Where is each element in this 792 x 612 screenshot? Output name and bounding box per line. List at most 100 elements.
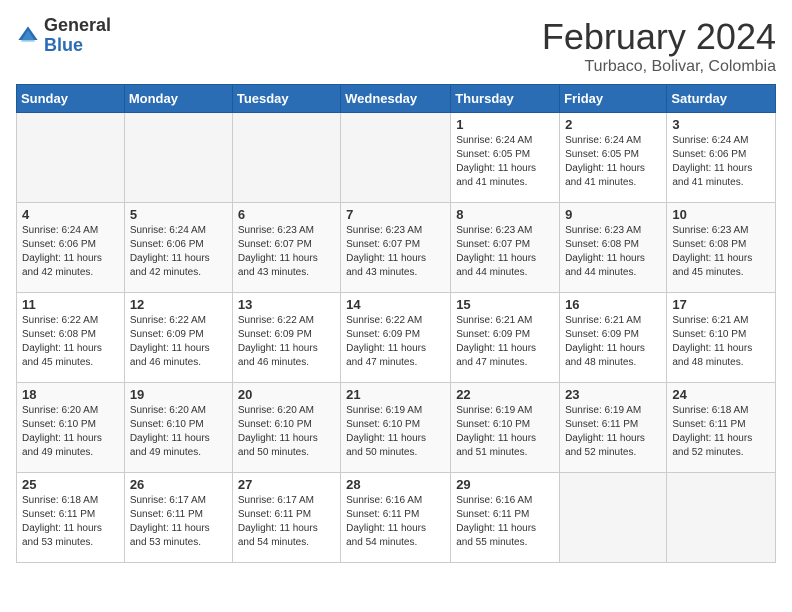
day-info: Sunrise: 6:16 AM Sunset: 6:11 PM Dayligh… bbox=[346, 494, 445, 550]
day-info: Sunrise: 6:17 AM Sunset: 6:11 PM Dayligh… bbox=[130, 494, 227, 550]
calendar-cell: 25 Sunrise: 6:18 AM Sunset: 6:11 PM Dayli… bbox=[17, 473, 125, 563]
day-number: 14 bbox=[346, 297, 445, 312]
day-number: 1 bbox=[456, 117, 554, 132]
weekday-header-wednesday: Wednesday bbox=[341, 85, 451, 113]
day-info: Sunrise: 6:16 AM Sunset: 6:11 PM Dayligh… bbox=[456, 494, 554, 550]
weekday-header-monday: Monday bbox=[124, 85, 232, 113]
calendar-cell: 16 Sunrise: 6:21 AM Sunset: 6:09 PM Dayli… bbox=[560, 293, 667, 383]
calendar-cell bbox=[17, 113, 125, 203]
calendar-cell: 9 Sunrise: 6:23 AM Sunset: 6:08 PM Daylig… bbox=[560, 203, 667, 293]
calendar-cell: 1Sunrise: 6:24 AM Sunset: 6:05 PM Daylig… bbox=[451, 113, 560, 203]
day-info: Sunrise: 6:23 AM Sunset: 6:08 PM Dayligh… bbox=[565, 224, 661, 280]
day-number: 6 bbox=[238, 207, 335, 222]
logo-general: General bbox=[44, 16, 111, 36]
day-number: 25 bbox=[22, 477, 119, 492]
calendar-cell: 23 Sunrise: 6:19 AM Sunset: 6:11 PM Dayli… bbox=[560, 383, 667, 473]
calendar-cell bbox=[341, 113, 451, 203]
calendar-cell: 5Sunrise: 6:24 AM Sunset: 6:06 PM Daylig… bbox=[124, 203, 232, 293]
calendar-body: 1 Sunrise: 6:24 AM Sunset: 6:05 PM Daylig… bbox=[17, 113, 776, 563]
calendar-week-2: 4 Sunrise: 6:24 AM Sunset: 6:06 PM Daylig… bbox=[17, 203, 776, 293]
page-header: General Blue February 2024 Turbaco, Boli… bbox=[16, 16, 776, 76]
logo: General Blue bbox=[16, 16, 111, 56]
calendar-cell bbox=[560, 473, 667, 563]
day-info: Sunrise: 6:23 AM Sunset: 6:08 PM Dayligh… bbox=[672, 224, 770, 280]
calendar-cell: 8Sunrise: 6:23 AM Sunset: 6:07 PM Daylig… bbox=[451, 203, 560, 293]
day-info: Sunrise: 6:22 AM Sunset: 6:09 PM Dayligh… bbox=[130, 314, 227, 370]
calendar-subtitle: Turbaco, Bolivar, Colombia bbox=[542, 58, 776, 76]
day-info: Sunrise: 6:22 AM Sunset: 6:09 PM Dayligh… bbox=[346, 314, 445, 370]
day-number: 8 bbox=[456, 207, 554, 222]
calendar-cell: 17 Sunrise: 6:21 AM Sunset: 6:10 PM Dayli… bbox=[667, 293, 776, 383]
logo-icon bbox=[16, 24, 40, 48]
calendar-cell bbox=[124, 113, 232, 203]
day-number: 17 bbox=[672, 297, 770, 312]
calendar-week-5: 25 Sunrise: 6:18 AM Sunset: 6:11 PM Dayli… bbox=[17, 473, 776, 563]
day-number: 19 bbox=[130, 387, 227, 402]
day-info: Sunrise: 6:24 AM Sunset: 6:05 PM Dayligh… bbox=[565, 134, 661, 190]
day-number: 9 bbox=[565, 207, 661, 222]
calendar-cell: 26 Sunrise: 6:17 AM Sunset: 6:11 PM Dayli… bbox=[124, 473, 232, 563]
calendar-week-3: 11 Sunrise: 6:22 AM Sunset: 6:08 PM Dayli… bbox=[17, 293, 776, 383]
day-info: Sunrise: 6:19 AM Sunset: 6:10 PM Dayligh… bbox=[456, 404, 554, 460]
day-info: Sunrise: 6:18 AM Sunset: 6:11 PM Dayligh… bbox=[22, 494, 119, 550]
day-info: Sunrise: 6:23 AM Sunset: 6:07 PM Dayligh… bbox=[238, 224, 335, 280]
weekday-row: SundayMondayTuesdayWednesdayThursdayFrid… bbox=[17, 85, 776, 113]
day-info: Sunrise: 6:17 AM Sunset: 6:11 PM Dayligh… bbox=[238, 494, 335, 550]
calendar-cell: 14 Sunrise: 6:22 AM Sunset: 6:09 PM Dayli… bbox=[341, 293, 451, 383]
day-number: 27 bbox=[238, 477, 335, 492]
calendar-cell: 24Sunrise: 6:18 AM Sunset: 6:11 PM Dayli… bbox=[667, 383, 776, 473]
day-number: 23 bbox=[565, 387, 661, 402]
weekday-header-saturday: Saturday bbox=[667, 85, 776, 113]
logo-blue: Blue bbox=[44, 36, 111, 56]
calendar-cell: 20 Sunrise: 6:20 AM Sunset: 6:10 PM Dayli… bbox=[232, 383, 340, 473]
title-section: February 2024 Turbaco, Bolivar, Colombia bbox=[542, 16, 776, 76]
weekday-header-thursday: Thursday bbox=[451, 85, 560, 113]
calendar-cell bbox=[232, 113, 340, 203]
day-number: 12 bbox=[130, 297, 227, 312]
day-number: 21 bbox=[346, 387, 445, 402]
day-number: 10 bbox=[672, 207, 770, 222]
day-number: 22 bbox=[456, 387, 554, 402]
day-info: Sunrise: 6:18 AM Sunset: 6:11 PM Dayligh… bbox=[672, 404, 770, 460]
day-number: 26 bbox=[130, 477, 227, 492]
day-info: Sunrise: 6:22 AM Sunset: 6:09 PM Dayligh… bbox=[238, 314, 335, 370]
calendar-title: February 2024 bbox=[542, 16, 776, 58]
day-number: 4 bbox=[22, 207, 119, 222]
day-info: Sunrise: 6:24 AM Sunset: 6:06 PM Dayligh… bbox=[22, 224, 119, 280]
day-info: Sunrise: 6:20 AM Sunset: 6:10 PM Dayligh… bbox=[130, 404, 227, 460]
calendar-cell: 27 Sunrise: 6:17 AM Sunset: 6:11 PM Dayli… bbox=[232, 473, 340, 563]
calendar-cell: 12 Sunrise: 6:22 AM Sunset: 6:09 PM Dayli… bbox=[124, 293, 232, 383]
weekday-header-friday: Friday bbox=[560, 85, 667, 113]
day-info: Sunrise: 6:23 AM Sunset: 6:07 PM Dayligh… bbox=[346, 224, 445, 280]
day-info: Sunrise: 6:20 AM Sunset: 6:10 PM Dayligh… bbox=[22, 404, 119, 460]
calendar-cell: 19 Sunrise: 6:20 AM Sunset: 6:10 PM Dayli… bbox=[124, 383, 232, 473]
calendar-table: SundayMondayTuesdayWednesdayThursdayFrid… bbox=[16, 84, 776, 563]
day-number: 18 bbox=[22, 387, 119, 402]
day-number: 11 bbox=[22, 297, 119, 312]
day-info: Sunrise: 6:21 AM Sunset: 6:09 PM Dayligh… bbox=[456, 314, 554, 370]
logo-text: General Blue bbox=[44, 16, 111, 56]
day-info: Sunrise: 6:21 AM Sunset: 6:10 PM Dayligh… bbox=[672, 314, 770, 370]
calendar-cell: 18 Sunrise: 6:20 AM Sunset: 6:10 PM Dayli… bbox=[17, 383, 125, 473]
day-number: 13 bbox=[238, 297, 335, 312]
day-number: 28 bbox=[346, 477, 445, 492]
day-info: Sunrise: 6:19 AM Sunset: 6:11 PM Dayligh… bbox=[565, 404, 661, 460]
calendar-cell: 10 Sunrise: 6:23 AM Sunset: 6:08 PM Dayli… bbox=[667, 203, 776, 293]
calendar-cell: 3Sunrise: 6:24 AM Sunset: 6:06 PM Daylig… bbox=[667, 113, 776, 203]
calendar-week-1: 1 Sunrise: 6:24 AM Sunset: 6:05 PM Daylig… bbox=[17, 113, 776, 203]
calendar-cell: 13 Sunrise: 6:22 AM Sunset: 6:09 PM Dayli… bbox=[232, 293, 340, 383]
day-info: Sunrise: 6:19 AM Sunset: 6:10 PM Dayligh… bbox=[346, 404, 445, 460]
day-number: 15 bbox=[456, 297, 554, 312]
calendar-cell: 28 Sunrise: 6:16 AM Sunset: 6:11 PM Dayli… bbox=[341, 473, 451, 563]
day-number: 3 bbox=[672, 117, 770, 132]
weekday-header-sunday: Sunday bbox=[17, 85, 125, 113]
day-number: 16 bbox=[565, 297, 661, 312]
day-info: Sunrise: 6:24 AM Sunset: 6:06 PM Dayligh… bbox=[130, 224, 227, 280]
calendar-cell: 6 Sunrise: 6:23 AM Sunset: 6:07 PM Daylig… bbox=[232, 203, 340, 293]
day-info: Sunrise: 6:22 AM Sunset: 6:08 PM Dayligh… bbox=[22, 314, 119, 370]
day-info: Sunrise: 6:20 AM Sunset: 6:10 PM Dayligh… bbox=[238, 404, 335, 460]
day-number: 20 bbox=[238, 387, 335, 402]
day-number: 29 bbox=[456, 477, 554, 492]
day-number: 7 bbox=[346, 207, 445, 222]
day-info: Sunrise: 6:21 AM Sunset: 6:09 PM Dayligh… bbox=[565, 314, 661, 370]
